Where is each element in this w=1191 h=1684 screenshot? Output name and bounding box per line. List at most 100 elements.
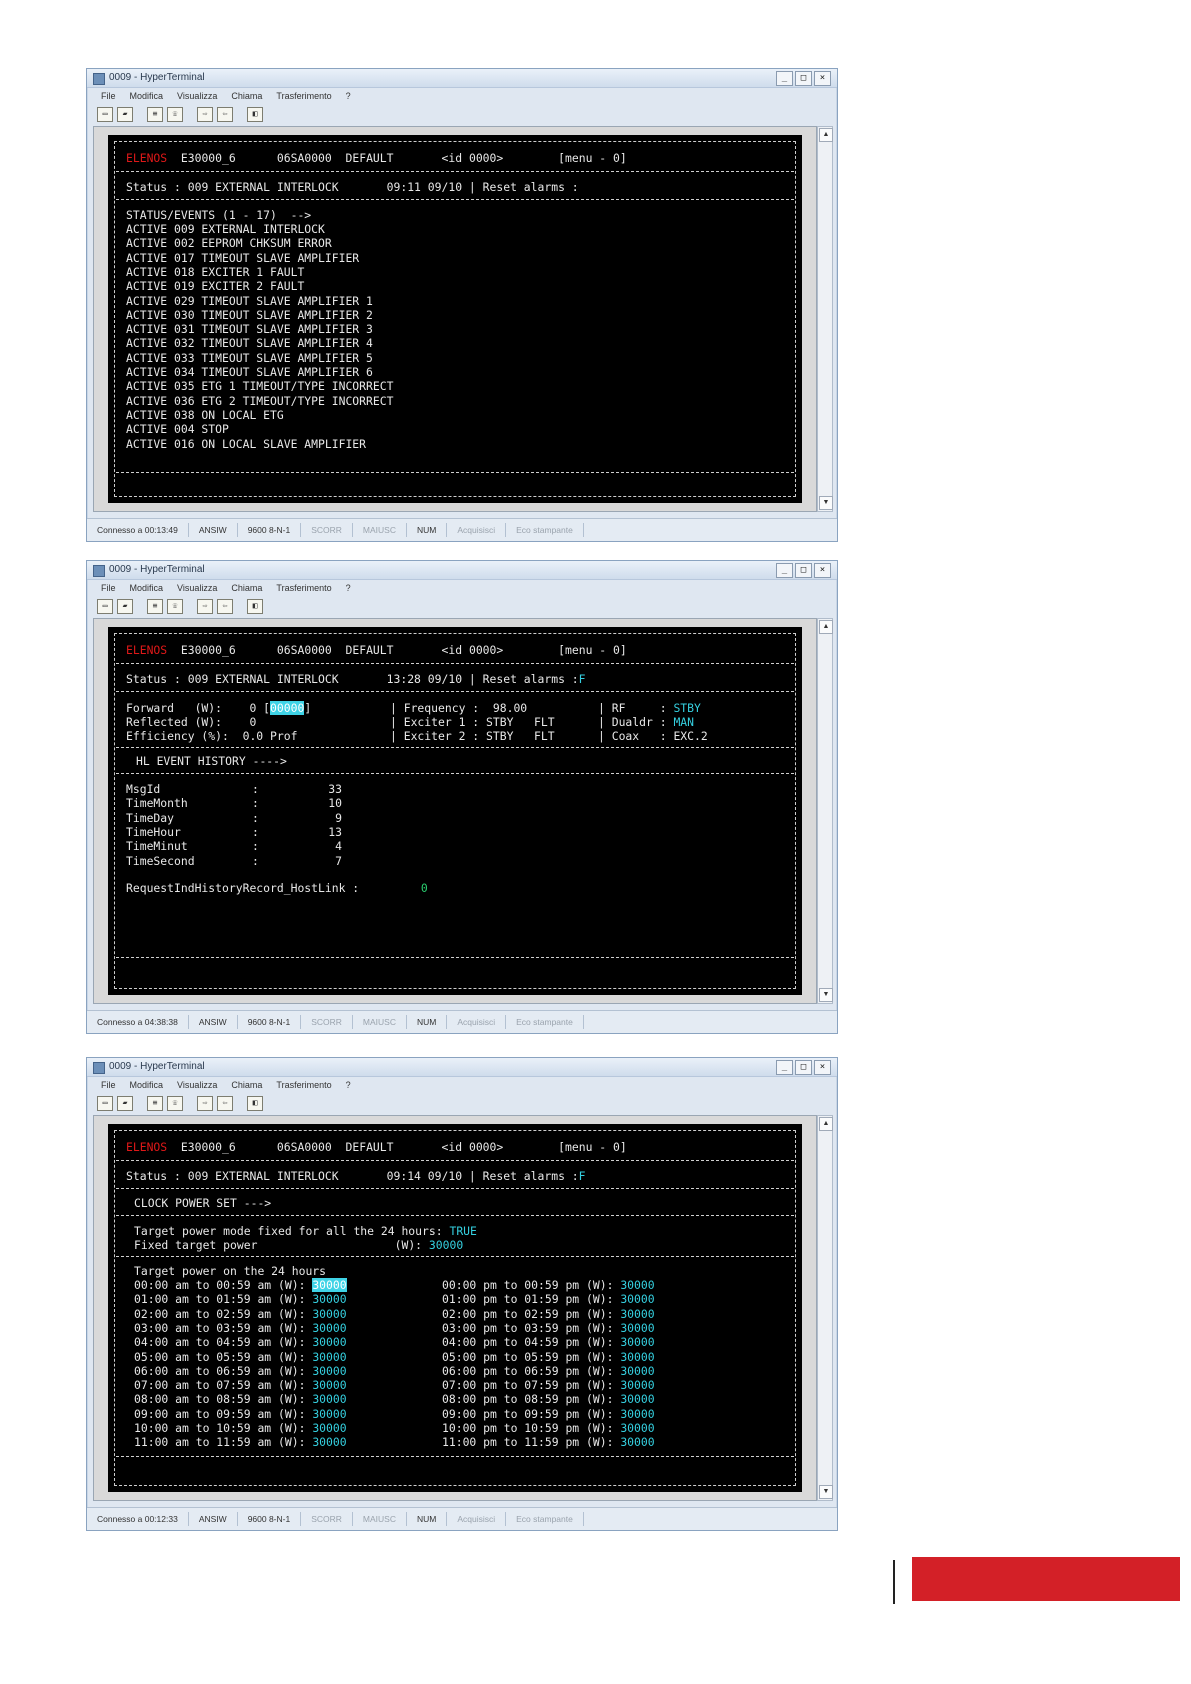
menu-visualizza[interactable]: Visualizza bbox=[177, 1080, 217, 1090]
title-bar[interactable]: 0009 - HyperTerminal _ □ × bbox=[87, 1058, 837, 1077]
receive-icon[interactable]: ⇦ bbox=[217, 106, 233, 122]
vertical-scrollbar[interactable]: ▲ ▼ bbox=[817, 126, 833, 512]
pm-slot-value[interactable]: 30000 bbox=[620, 1364, 654, 1378]
disconnect-icon[interactable]: ≡ bbox=[147, 598, 163, 614]
forward-target-field[interactable]: 00000 bbox=[270, 701, 305, 715]
disconnect-icon[interactable]: ≡ bbox=[147, 106, 163, 122]
vertical-scrollbar[interactable]: ▲ ▼ bbox=[817, 618, 833, 1004]
pm-slot-value[interactable]: 30000 bbox=[620, 1392, 654, 1406]
fixed-power-value[interactable]: 30000 bbox=[429, 1238, 463, 1252]
terminal-row: 08:00 pm to 08:59 pm (W): 30000 bbox=[442, 1392, 655, 1406]
scroll-up-icon[interactable]: ▲ bbox=[819, 620, 833, 634]
mode-value[interactable]: TRUE bbox=[449, 1224, 476, 1238]
terminal-area[interactable]: ELENOS E30000_6 06SA0000 DEFAULT <id 000… bbox=[93, 126, 817, 512]
minimize-button[interactable]: _ bbox=[776, 563, 793, 578]
scroll-down-icon[interactable]: ▼ bbox=[819, 988, 833, 1002]
am-slot-value[interactable]: 30000 bbox=[312, 1335, 346, 1349]
properties-icon[interactable]: ◧ bbox=[247, 1095, 263, 1111]
menu-trasferimento[interactable]: Trasferimento bbox=[276, 91, 331, 101]
menu-modifica[interactable]: Modifica bbox=[130, 1080, 164, 1090]
pm-slot-value[interactable]: 30000 bbox=[620, 1321, 654, 1335]
maximize-button[interactable]: □ bbox=[795, 1060, 812, 1075]
pm-slot-value[interactable]: 30000 bbox=[620, 1335, 654, 1349]
maximize-button[interactable]: □ bbox=[795, 71, 812, 86]
pm-slot-value[interactable]: 30000 bbox=[620, 1421, 654, 1435]
scroll-up-icon[interactable]: ▲ bbox=[819, 1117, 833, 1131]
new-icon[interactable]: ▭ bbox=[97, 598, 113, 614]
menu-visualizza[interactable]: Visualizza bbox=[177, 91, 217, 101]
menu-file[interactable]: File bbox=[101, 91, 116, 101]
scroll-down-icon[interactable]: ▼ bbox=[819, 496, 833, 510]
open-icon[interactable]: ▰ bbox=[117, 106, 133, 122]
open-icon[interactable]: ▰ bbox=[117, 598, 133, 614]
pm-slot-value[interactable]: 30000 bbox=[620, 1307, 654, 1321]
am-slot-value[interactable]: 30000 bbox=[312, 1378, 346, 1392]
am-slot-value[interactable]: 30000 bbox=[312, 1421, 346, 1435]
call-icon[interactable]: ☏ bbox=[167, 598, 183, 614]
receive-icon[interactable]: ⇦ bbox=[217, 1095, 233, 1111]
send-icon[interactable]: ⇨ bbox=[197, 1095, 213, 1111]
menu-file[interactable]: File bbox=[101, 1080, 116, 1090]
terminal-area[interactable]: ELENOS E30000_6 06SA0000 DEFAULT <id 000… bbox=[93, 1115, 817, 1501]
pm-slot-value[interactable]: 30000 bbox=[620, 1378, 654, 1392]
call-icon[interactable]: ☏ bbox=[167, 106, 183, 122]
close-button[interactable]: × bbox=[814, 1060, 831, 1075]
am-slot-value[interactable]: 30000 bbox=[312, 1407, 346, 1421]
terminal-screen[interactable]: ELENOS E30000_6 06SA0000 DEFAULT <id 000… bbox=[108, 135, 802, 503]
request-value[interactable]: 0 bbox=[421, 881, 428, 895]
scroll-up-icon[interactable]: ▲ bbox=[819, 128, 833, 142]
am-slot-value[interactable]: 30000 bbox=[312, 1292, 346, 1306]
call-icon[interactable]: ☏ bbox=[167, 1095, 183, 1111]
new-icon[interactable]: ▭ bbox=[97, 106, 113, 122]
send-icon[interactable]: ⇨ bbox=[197, 106, 213, 122]
menu-visualizza[interactable]: Visualizza bbox=[177, 583, 217, 593]
close-button[interactable]: × bbox=[814, 71, 831, 86]
maximize-button[interactable]: □ bbox=[795, 563, 812, 578]
am-slot-value[interactable]: 30000 bbox=[312, 1350, 346, 1364]
menu-file[interactable]: File bbox=[101, 583, 116, 593]
properties-icon[interactable]: ◧ bbox=[247, 106, 263, 122]
menu-trasferimento[interactable]: Trasferimento bbox=[276, 1080, 331, 1090]
pm-slot-value[interactable]: 30000 bbox=[620, 1292, 654, 1306]
new-icon[interactable]: ▭ bbox=[97, 1095, 113, 1111]
menu-chiama[interactable]: Chiama bbox=[231, 91, 262, 101]
am-slot-value[interactable]: 30000 bbox=[312, 1307, 346, 1321]
menu-help[interactable]: ? bbox=[346, 1080, 351, 1090]
title-bar[interactable]: 0009 - HyperTerminal _ □ × bbox=[87, 561, 837, 580]
history-value: 10 bbox=[328, 796, 342, 811]
pm-slot-value[interactable]: 30000 bbox=[620, 1278, 654, 1292]
caps-lock: MAIUSC bbox=[353, 1015, 407, 1029]
send-icon[interactable]: ⇨ bbox=[197, 598, 213, 614]
pm-slot-value[interactable]: 30000 bbox=[620, 1350, 654, 1364]
open-icon[interactable]: ▰ bbox=[117, 1095, 133, 1111]
pm-slot-value[interactable]: 30000 bbox=[620, 1407, 654, 1421]
menu-chiama[interactable]: Chiama bbox=[231, 1080, 262, 1090]
am-slot-value[interactable]: 30000 bbox=[312, 1364, 346, 1378]
menu-chiama[interactable]: Chiama bbox=[231, 583, 262, 593]
reset-alarms-field[interactable]: F bbox=[579, 1169, 586, 1183]
am-slot-value[interactable]: 30000 bbox=[312, 1435, 346, 1449]
terminal-screen[interactable]: ELENOS E30000_6 06SA0000 DEFAULT <id 000… bbox=[108, 627, 802, 995]
menu-trasferimento[interactable]: Trasferimento bbox=[276, 583, 331, 593]
am-slot-value[interactable]: 30000 bbox=[312, 1321, 346, 1335]
title-bar[interactable]: 0009 - HyperTerminal _ □ × bbox=[87, 69, 837, 88]
am-slot-value[interactable]: 30000 bbox=[312, 1392, 346, 1406]
am-slot-value[interactable]: 30000 bbox=[312, 1278, 347, 1292]
menu-modifica[interactable]: Modifica bbox=[130, 91, 164, 101]
minimize-button[interactable]: _ bbox=[776, 1060, 793, 1075]
menu-modifica[interactable]: Modifica bbox=[130, 583, 164, 593]
menu-help[interactable]: ? bbox=[346, 583, 351, 593]
terminal-screen[interactable]: ELENOS E30000_6 06SA0000 DEFAULT <id 000… bbox=[108, 1124, 802, 1492]
menu-help[interactable]: ? bbox=[346, 91, 351, 101]
minimize-button[interactable]: _ bbox=[776, 71, 793, 86]
pm-slot-value[interactable]: 30000 bbox=[620, 1435, 654, 1449]
am-slot-label: 03:00 am to 03:59 am (W): bbox=[134, 1320, 306, 1335]
receive-icon[interactable]: ⇦ bbox=[217, 598, 233, 614]
scroll-down-icon[interactable]: ▼ bbox=[819, 1485, 833, 1499]
disconnect-icon[interactable]: ≡ bbox=[147, 1095, 163, 1111]
reset-alarms-field[interactable]: F bbox=[579, 672, 586, 686]
terminal-area[interactable]: ELENOS E30000_6 06SA0000 DEFAULT <id 000… bbox=[93, 618, 817, 1004]
properties-icon[interactable]: ◧ bbox=[247, 598, 263, 614]
close-button[interactable]: × bbox=[814, 563, 831, 578]
vertical-scrollbar[interactable]: ▲ ▼ bbox=[817, 1115, 833, 1501]
